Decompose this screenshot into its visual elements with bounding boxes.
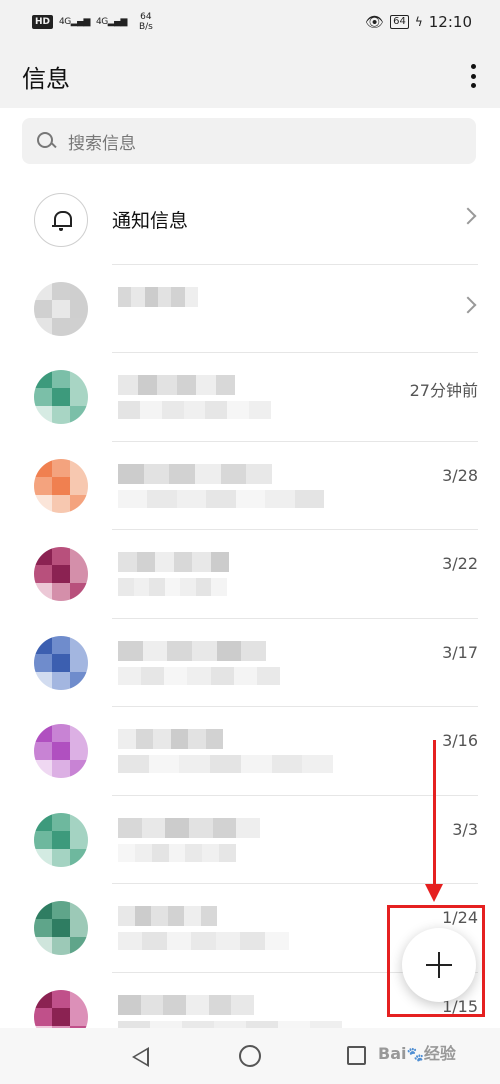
message-time: 3/3 (452, 819, 478, 839)
hd-badge: HD (32, 15, 54, 29)
message-preview-redacted (118, 578, 227, 596)
network-speed-value: 64 (140, 12, 152, 22)
contact-avatar (34, 901, 88, 955)
chevron-right-icon (459, 207, 477, 225)
contact-avatar (34, 635, 88, 690)
contact-name-redacted (118, 463, 272, 484)
bell-icon (52, 210, 72, 231)
conversation-row[interactable]: 27分钟前 (0, 353, 500, 442)
contact-name-redacted (118, 375, 235, 395)
contact-avatar (34, 724, 88, 778)
contact-name-redacted (118, 817, 260, 838)
conversation-row[interactable]: 3/28 (0, 442, 500, 530)
conversation-row[interactable] (0, 265, 500, 353)
contact-avatar (34, 281, 88, 336)
clock: 12:10 (428, 13, 472, 31)
more-options-icon[interactable] (468, 61, 478, 91)
network-speed: 64 B/s (139, 12, 153, 32)
message-time: 3/16 (442, 731, 478, 750)
contact-avatar (34, 458, 88, 513)
contact-name-redacted (118, 994, 254, 1015)
contact-avatar (34, 812, 88, 867)
recent-apps-icon[interactable] (347, 1046, 366, 1065)
annotation-arrow-head (425, 884, 443, 902)
message-preview-redacted (118, 666, 280, 685)
signal-icon-2: 4G▂▄▆ (95, 17, 127, 27)
contact-name-redacted (118, 906, 217, 926)
app-bar: 信息 (0, 44, 500, 108)
contact-name-redacted (118, 640, 266, 661)
conversation-row[interactable]: 3/3 (0, 796, 500, 884)
notification-avatar (34, 193, 88, 247)
status-left: HD 4G▂▄▆ 4G▂▄▆ 64 B/s (32, 12, 153, 32)
contact-name-redacted (118, 729, 223, 749)
conversation-row[interactable]: 3/22 (0, 530, 500, 619)
contact-avatar (34, 547, 88, 601)
message-preview-redacted (118, 932, 289, 950)
back-icon[interactable] (132, 1047, 149, 1067)
battery-icon: 64 (390, 15, 409, 29)
contact-avatar (34, 370, 88, 424)
charging-icon: ϟ (414, 15, 423, 29)
annotation-highlight-box (387, 905, 485, 1017)
message-time: 3/17 (442, 642, 478, 662)
conversation-row[interactable]: 3/16 (0, 707, 500, 796)
contact-name-redacted (118, 552, 229, 572)
conversation-row[interactable]: 3/17 (0, 619, 500, 707)
message-preview-redacted (118, 401, 271, 419)
status-right: 👁 64 ϟ 12:10 (365, 13, 472, 31)
network-speed-unit: B/s (138, 22, 153, 32)
message-time: 3/28 (442, 465, 478, 485)
search-placeholder: 搜索信息 (68, 133, 136, 154)
annotation-arrow-line (433, 740, 436, 888)
status-bar: HD 4G▂▄▆ 4G▂▄▆ 64 B/s 👁 64 ϟ 12:10 (0, 0, 500, 44)
notification-messages-row[interactable]: 通知信息 (0, 176, 500, 265)
watermark-logo: Bai🐾经验 (378, 1044, 456, 1063)
notification-row-title: 通知信息 (112, 210, 189, 232)
page-title: 信息 (22, 64, 70, 93)
message-preview-redacted (118, 843, 236, 862)
message-time: 3/22 (442, 554, 478, 573)
eye-comfort-icon: 👁 (365, 13, 385, 31)
contact-name-redacted (118, 286, 198, 307)
message-time: 27分钟前 (409, 381, 478, 400)
signal-label: 4G (95, 17, 108, 27)
message-preview-redacted (118, 755, 333, 773)
signal-icon-1: 4G▂▄▆ (59, 17, 90, 27)
home-icon[interactable] (239, 1045, 261, 1067)
message-preview-redacted (118, 489, 324, 508)
chevron-right-icon (459, 296, 477, 313)
search-input[interactable]: 搜索信息 (22, 118, 476, 164)
search-icon (36, 131, 56, 151)
signal-label: 4G (59, 17, 71, 27)
